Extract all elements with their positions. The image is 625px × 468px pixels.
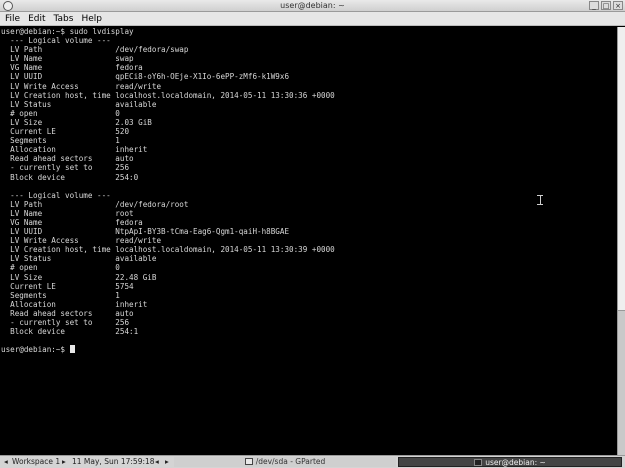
window-titlebar[interactable]: user@debian: ~ _ □ × [0,0,625,12]
terminal-cursor [69,345,75,354]
terminal-line: --- Logical volume --- [1,190,111,200]
terminal-line: VG Name fedora [1,63,143,73]
clock: 11 May, Sun 17:59:18 [72,457,155,466]
prev-task-icon[interactable]: ◂ [155,456,159,468]
terminal-line: - currently set to 256 [1,318,130,327]
text-cursor-pointer-icon [537,195,543,205]
terminal-line: Current LE 5754 [1,281,134,291]
terminal-line: Segments 1 [1,290,120,300]
terminal-line: Allocation inherit [1,299,148,309]
taskbar: ◂ Workspace 1 ▸ 11 May, Sun 17:59:18 ◂ ▸… [0,455,625,468]
terminal-line: Segments 1 [1,136,120,146]
terminal-line: LV Size 22.48 GiB [1,272,157,282]
workspace-next-icon[interactable]: ▸ [62,456,66,468]
terminal-line: Current LE 520 [1,127,130,137]
menu-file[interactable]: File [5,12,20,26]
terminal-line: LV Creation host, time localhost.localdo… [1,90,335,100]
terminal-line: LV Path /dev/fedora/swap [1,45,189,55]
terminal-line: LV Status available [1,99,157,109]
terminal-line: user@debian:~$ sudo lvdisplay [1,27,134,36]
terminal-line: LV Path /dev/fedora/root [1,199,189,209]
gparted-icon [244,458,253,465]
terminal-line: LV UUID NtpApI-BY3B-tCma-Eag6-Qgm1-qaiH-… [1,227,290,237]
window-title: user@debian: ~ [280,1,345,10]
terminal-line: Allocation inherit [1,145,148,155]
terminal-scrollbar[interactable] [617,27,625,455]
terminal-line: LV Size 2.03 GiB [1,117,152,127]
workspace-label[interactable]: Workspace 1 [12,456,60,468]
window-controls: _ □ × [589,1,623,11]
next-task-icon[interactable]: ▸ [165,456,169,468]
terminal-line: Read ahead sectors auto [1,154,134,164]
terminal-line: --- Logical volume --- [1,36,111,46]
terminal-line: Block device 254:1 [1,327,139,337]
task-terminal-label: user@debian: ~ [485,458,546,467]
terminal-line: LV Write Access read/write [1,236,162,246]
terminal-icon [474,459,483,466]
menu-tabs[interactable]: Tabs [54,12,74,26]
close-button[interactable]: × [613,1,623,10]
terminal-line: LV Creation host, time localhost.localdo… [1,245,335,255]
task-gparted-label: /dev/sda - GParted [255,457,326,466]
terminal-line: LV UUID qpECi8-oY6h-OEje-X1Io-6ePP-zMf6-… [1,72,290,82]
minimize-button[interactable]: _ [589,1,599,10]
terminal-text: user@debian:~$ sudo lvdisplay --- Logica… [1,27,335,354]
maximize-button[interactable]: □ [601,1,611,10]
menu-edit[interactable]: Edit [28,12,45,26]
terminal-line: VG Name fedora [1,217,143,227]
menu-bar: File Edit Tabs Help [0,12,625,26]
scrollbar-thumb[interactable] [618,27,625,311]
terminal-output[interactable]: user@debian:~$ sudo lvdisplay --- Logica… [0,27,617,455]
terminal-prompt: user@debian:~$ [1,345,70,355]
terminal-line: LV Name root [1,208,134,218]
terminal-line: Block device 254:0 [1,172,139,182]
task-gparted[interactable]: /dev/sda - GParted [174,457,396,467]
terminal-line: LV Status available [1,254,157,264]
workspace-switcher-icon[interactable]: ◂ [4,456,8,468]
terminal-line: LV Write Access read/write [1,81,162,91]
terminal-line: # open 0 [1,263,120,273]
task-terminal[interactable]: user@debian: ~ [398,457,622,467]
terminal-prompt-line: user@debian:~$ [1,345,335,354]
terminal-line: Read ahead sectors auto [1,308,134,318]
terminal-line: - currently set to 256 [1,163,130,173]
terminal-line: # open 0 [1,108,120,118]
menu-help[interactable]: Help [81,12,102,26]
terminal-line: LV Name swap [1,54,134,64]
